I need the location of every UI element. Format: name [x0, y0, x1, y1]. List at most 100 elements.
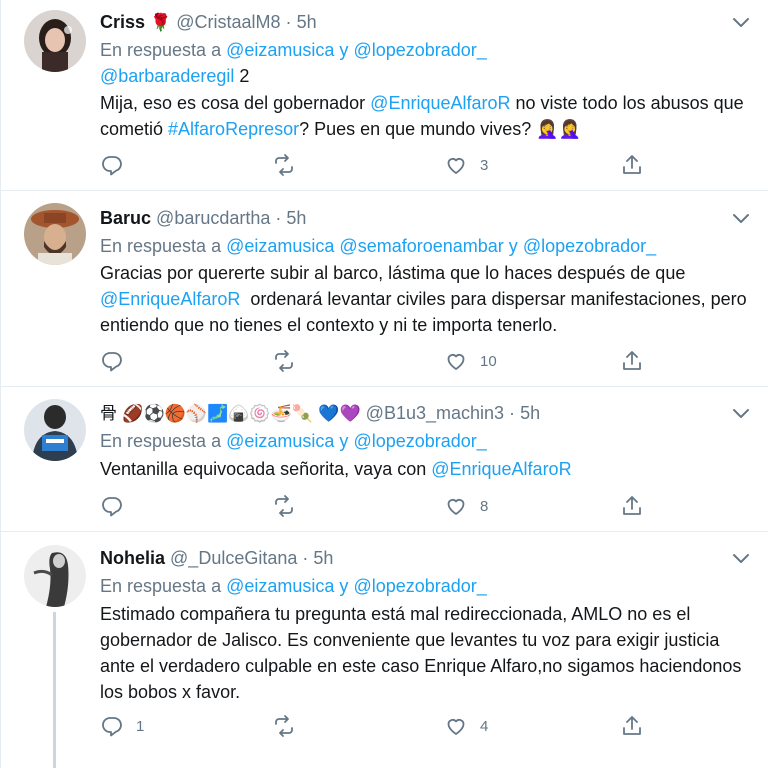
tweet-text-segment: Gracias por quererte subir al barco, lás… — [100, 263, 686, 283]
mention-link[interactable]: @lopezobrador_ — [353, 431, 486, 451]
retweet-button[interactable] — [272, 713, 308, 739]
tweet[interactable]: Baruc @barucdartha · 5h En respuesta a @… — [1, 191, 768, 387]
reply-count: 1 — [136, 717, 145, 735]
tweet-feed: Criss 🌹 @CristaalM8 · 5h En respuesta a … — [0, 0, 768, 768]
share-icon — [623, 351, 641, 370]
tweet-header: Baruc @barucdartha · 5h — [100, 206, 306, 230]
reply-context: En respuesta a @eizamusica y @lopezobrad… — [100, 429, 487, 454]
display-name[interactable]: Criss — [100, 12, 145, 32]
retweet-icon — [275, 715, 293, 737]
tweet-text: Mija, eso es cosa del gobernador @Enriqu… — [100, 90, 750, 142]
hashtag-link[interactable]: #AlfaroRepresor — [168, 119, 299, 139]
like-button[interactable]: 4 — [444, 713, 488, 739]
reply-prefix: En respuesta a — [100, 576, 222, 596]
tweet-header: 骨 🏈⚽🏀⚾🗾🍙🍥🍜🍡 💙💜 @B1u3_machin3 · 5h — [100, 401, 540, 426]
mention-conjunction[interactable]: y — [339, 431, 348, 451]
username[interactable]: @B1u3_machin3 — [366, 403, 504, 423]
tweet[interactable]: 骨 🏈⚽🏀⚾🗾🍙🍥🍜🍡 💙💜 @B1u3_machin3 · 5h En res… — [1, 387, 768, 532]
reply-button[interactable]: 1 — [100, 713, 144, 739]
timestamp[interactable]: 5h — [313, 548, 333, 568]
heart-icon — [447, 354, 465, 370]
tweet-actions: 8 — [100, 493, 660, 519]
reply-icon — [102, 352, 122, 372]
like-button[interactable]: 8 — [444, 493, 488, 519]
chevron-down-icon[interactable] — [731, 208, 751, 228]
username[interactable]: @_DulceGitana — [170, 548, 297, 568]
separator-dot: · — [285, 12, 292, 32]
mention-conjunction[interactable]: y — [339, 40, 348, 60]
like-button[interactable]: 10 — [444, 348, 497, 374]
rose-emoji: 🌹 — [150, 13, 172, 33]
mention-link[interactable]: @eizamusica — [226, 40, 334, 60]
tweet[interactable]: Criss 🌹 @CristaalM8 · 5h En respuesta a … — [1, 0, 768, 191]
reply-icon — [102, 156, 122, 176]
like-count: 4 — [480, 717, 489, 735]
avatar[interactable] — [24, 203, 86, 265]
mention-link[interactable]: @EnriqueAlfaroR — [100, 289, 240, 309]
mention-link[interactable]: @semaforoenambar — [339, 236, 503, 256]
tweet-text: Estimado compañera tu pregunta está mal … — [100, 604, 742, 702]
share-button[interactable] — [620, 493, 644, 519]
avatar[interactable] — [24, 545, 86, 607]
share-button[interactable] — [620, 713, 644, 739]
chevron-down-icon[interactable] — [731, 548, 751, 568]
mention-link[interactable]: @lopezobrador_ — [523, 236, 656, 256]
chevron-down-icon[interactable] — [731, 12, 751, 32]
share-button[interactable] — [620, 152, 644, 178]
reply-prefix: En respuesta a — [100, 431, 222, 451]
tweet-text-segment: Ventanilla equivocada señorita, vaya con — [100, 459, 432, 479]
tweet-actions: 1 4 — [100, 713, 660, 739]
like-count: 3 — [480, 156, 489, 174]
chevron-down-icon[interactable] — [731, 403, 751, 423]
mention-conjunction[interactable]: y — [509, 236, 518, 256]
tweet-header: Nohelia @_DulceGitana · 5h — [100, 546, 333, 570]
reply-context: En respuesta a @eizamusica @semaforoenam… — [100, 234, 656, 259]
timestamp[interactable]: 5h — [297, 12, 317, 32]
mention-link[interactable]: @EnriqueAlfaroR — [431, 459, 571, 479]
display-name[interactable]: Baruc — [100, 208, 151, 228]
tweet-text-segment: Mija, eso es cosa del gobernador — [100, 93, 371, 113]
mention-link[interactable]: @lopezobrador_ — [353, 40, 486, 60]
thread-connector — [53, 612, 56, 768]
separator-dot: · — [302, 548, 309, 568]
share-icon — [623, 496, 641, 515]
reply-button[interactable] — [100, 493, 136, 519]
display-name[interactable]: 骨 🏈⚽🏀⚾🗾🍙🍥🍜🍡 💙💜 — [100, 404, 361, 424]
display-name[interactable]: Nohelia — [100, 548, 165, 568]
mention-conjunction[interactable]: y — [339, 576, 348, 596]
timestamp[interactable]: 5h — [286, 208, 306, 228]
tweet-header: Criss 🌹 @CristaalM8 · 5h — [100, 10, 317, 35]
reply-button[interactable] — [100, 348, 136, 374]
reply-icon — [102, 717, 122, 737]
mention-link[interactable]: @eizamusica — [226, 576, 334, 596]
retweet-button[interactable] — [272, 348, 308, 374]
retweet-icon — [275, 350, 293, 372]
mention-link[interactable]: @lopezobrador_ — [353, 576, 486, 596]
heart-icon — [447, 158, 465, 174]
share-icon — [623, 716, 641, 735]
like-button[interactable]: 3 — [444, 152, 488, 178]
share-button[interactable] — [620, 348, 644, 374]
heart-icon — [447, 719, 465, 735]
retweet-button[interactable] — [272, 152, 308, 178]
mention-link[interactable]: @barbaraderegil — [100, 66, 234, 86]
retweet-button[interactable] — [272, 493, 308, 519]
reply-context: En respuesta a @eizamusica y @lopezobrad… — [100, 38, 487, 63]
tweet-text: Gracias por quererte subir al barco, lás… — [100, 260, 750, 338]
avatar[interactable] — [24, 399, 86, 461]
avatar[interactable] — [24, 10, 86, 72]
username[interactable]: @CristaalM8 — [176, 12, 280, 32]
separator-dot: · — [275, 208, 282, 228]
mention-link[interactable]: @eizamusica — [226, 236, 334, 256]
reply-button[interactable] — [100, 152, 136, 178]
timestamp[interactable]: 5h — [520, 403, 540, 423]
reply-more-count: 2 — [239, 66, 250, 86]
mention-link[interactable]: @EnriqueAlfaroR — [370, 93, 510, 113]
tweet-actions: 3 — [100, 152, 660, 178]
reply-context: En respuesta a @eizamusica y @lopezobrad… — [100, 574, 487, 599]
username[interactable]: @barucdartha — [156, 208, 270, 228]
mention-link[interactable]: @eizamusica — [226, 431, 334, 451]
retweet-icon — [275, 154, 293, 176]
tweet[interactable]: Nohelia @_DulceGitana · 5h En respuesta … — [1, 532, 768, 768]
tweet-text: Ventanilla equivocada señorita, vaya con… — [100, 456, 750, 482]
